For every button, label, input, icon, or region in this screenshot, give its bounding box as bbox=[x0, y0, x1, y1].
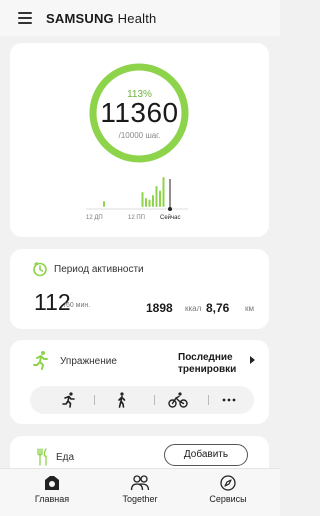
activity-title: Период активности bbox=[54, 263, 144, 275]
chevron-right-icon bbox=[250, 356, 255, 364]
separator bbox=[94, 395, 95, 405]
brand-name: SAMSUNG bbox=[46, 10, 114, 26]
running-icon bbox=[62, 392, 75, 408]
hourly-steps-bar-5 bbox=[155, 186, 158, 207]
nav-home-label: Главная bbox=[34, 494, 70, 504]
hourly-steps-bar-3 bbox=[148, 199, 151, 207]
nav-together[interactable]: Together bbox=[105, 475, 175, 504]
exercise-title: Упражнение bbox=[60, 356, 117, 367]
hourly-steps-bar-6 bbox=[159, 190, 161, 207]
exercise-card[interactable]: Упражнение Последние тренировки bbox=[10, 340, 269, 424]
separator bbox=[208, 395, 209, 405]
hourly-steps-bar-2 bbox=[145, 198, 147, 207]
activity-kcal-unit: ккал bbox=[185, 304, 202, 313]
separator bbox=[154, 395, 155, 405]
activity-distance: 8,76 bbox=[206, 301, 230, 315]
activity-header: Период активности bbox=[32, 261, 144, 277]
activity-distance-unit: км bbox=[245, 304, 254, 313]
steps-card[interactable]: 113% 11360 /10000 шаг. 12 ДП 12 ПП Сейча… bbox=[10, 43, 269, 237]
more-button[interactable] bbox=[214, 386, 244, 414]
app-name: Health bbox=[117, 10, 157, 26]
walking-icon bbox=[118, 392, 126, 408]
more-icon bbox=[222, 398, 236, 402]
recent-workouts-link[interactable]: Последние тренировки bbox=[178, 352, 258, 376]
timer-icon bbox=[33, 262, 47, 277]
activity-kcal: 1898 bbox=[146, 301, 173, 315]
nav-together-label: Together bbox=[122, 494, 158, 504]
exercise-quick-start bbox=[30, 386, 254, 414]
walking-button[interactable] bbox=[107, 386, 137, 414]
menu-icon[interactable] bbox=[18, 12, 32, 24]
hourly-steps-bar-4 bbox=[152, 195, 154, 207]
now-marker-dot bbox=[168, 207, 172, 211]
nav-home[interactable]: Главная bbox=[17, 475, 87, 504]
tick-label-now: Сейчас bbox=[160, 215, 181, 221]
tick-label-start: 12 ДП bbox=[86, 215, 103, 221]
compass-icon bbox=[220, 475, 236, 491]
people-icon bbox=[130, 475, 150, 491]
bottom-navigation: Главная Together Сервисы bbox=[0, 468, 280, 516]
activity-card[interactable]: Период активности 112 /60 мин. 1898 ккал… bbox=[10, 249, 269, 329]
tick-label-mid: 12 ПП bbox=[128, 215, 145, 221]
top-bar: SAMSUNG Health bbox=[0, 0, 280, 36]
home-icon bbox=[45, 476, 59, 490]
cycling-button[interactable] bbox=[163, 386, 193, 414]
app-title: SAMSUNG Health bbox=[46, 11, 156, 26]
hourly-steps-bar-1 bbox=[141, 192, 144, 207]
running-button[interactable] bbox=[54, 386, 84, 414]
add-food-button[interactable]: Добавить bbox=[164, 444, 248, 466]
hourly-steps-bar-0 bbox=[103, 201, 105, 207]
nav-services[interactable]: Сервисы bbox=[193, 475, 263, 504]
cycling-icon bbox=[168, 392, 188, 408]
activity-minutes-unit: /60 мин. bbox=[64, 302, 91, 309]
fork-knife-icon bbox=[37, 448, 47, 466]
hourly-steps-chart bbox=[86, 177, 188, 211]
hourly-steps-bar-7 bbox=[162, 177, 165, 207]
nav-services-label: Сервисы bbox=[209, 494, 247, 504]
food-title: Еда bbox=[56, 452, 75, 463]
running-person-icon bbox=[33, 351, 48, 370]
